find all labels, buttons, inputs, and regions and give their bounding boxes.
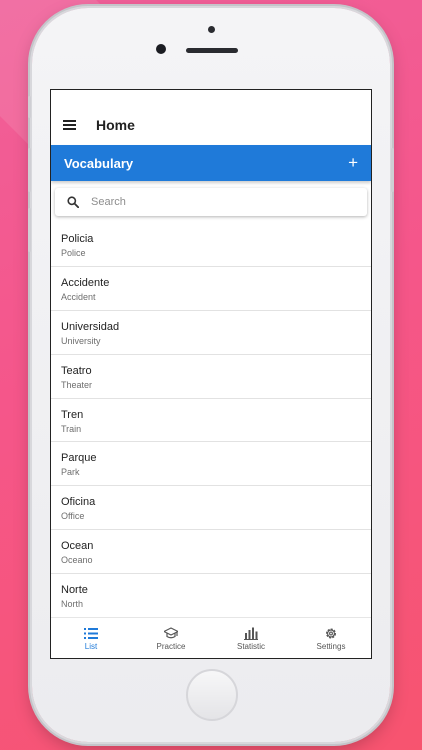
menu-icon[interactable] xyxy=(63,120,76,130)
list-item[interactable]: Norte North xyxy=(51,574,371,619)
nav-tab-settings[interactable]: Settings xyxy=(291,618,371,658)
mute-switch xyxy=(28,96,31,118)
nav-label: Settings xyxy=(316,642,346,651)
volume-down-button xyxy=(28,208,31,252)
word-text: Universidad xyxy=(61,320,120,333)
word-text: Accidente xyxy=(61,276,110,289)
nav-tab-statistic[interactable]: Statistic xyxy=(211,618,291,658)
list-item[interactable]: Policia Police xyxy=(51,223,371,267)
word-text: Policia xyxy=(61,233,94,245)
bottom-navigation: List Practice Statistic Settings xyxy=(51,617,371,658)
home-button[interactable] xyxy=(186,669,238,721)
vocabulary-list: Policia Police Accidente Accident Univer… xyxy=(51,223,371,619)
page-title: Home xyxy=(96,117,135,133)
bar-chart-icon xyxy=(244,627,258,640)
nav-label: Statistic xyxy=(236,642,265,651)
list-item[interactable]: Ocean Oceano xyxy=(51,530,371,575)
translation-text: Theater xyxy=(61,379,93,390)
power-button xyxy=(391,148,394,192)
app-screen: Home Vocabulary + Policia Police Acciden… xyxy=(50,89,372,659)
search-icon xyxy=(67,196,79,208)
nav-label: List xyxy=(84,642,98,651)
list-item[interactable]: Accidente Accident xyxy=(51,267,371,311)
translation-text: North xyxy=(61,599,84,610)
list-icon xyxy=(84,628,98,639)
list-item[interactable]: Teatro Theater xyxy=(51,355,371,399)
list-item[interactable]: Parque Park xyxy=(51,442,371,487)
word-text: Tren xyxy=(61,408,84,421)
vocabulary-header: Vocabulary + xyxy=(51,145,371,181)
volume-up-button xyxy=(28,148,31,192)
translation-text: Oceano xyxy=(61,555,93,566)
word-text: Teatro xyxy=(61,364,92,377)
list-item[interactable]: Tren Train xyxy=(51,399,371,443)
nav-tab-practice[interactable]: Practice xyxy=(131,618,211,658)
vocabulary-title: Vocabulary xyxy=(64,156,134,171)
list-item[interactable]: Universidad University xyxy=(51,311,371,355)
translation-text: Park xyxy=(61,467,80,478)
translation-text: University xyxy=(61,335,101,346)
gear-icon xyxy=(325,628,337,639)
translation-text: Accident xyxy=(61,291,96,302)
translation-text: Train xyxy=(61,423,82,434)
front-camera xyxy=(156,44,166,54)
search-input[interactable] xyxy=(91,192,331,212)
word-text: Oficina xyxy=(61,496,96,509)
translation-text: Office xyxy=(61,511,85,522)
word-text: Parque xyxy=(61,452,97,465)
graduation-cap-icon xyxy=(164,627,178,639)
translation-text: Police xyxy=(61,248,86,258)
word-text: Norte xyxy=(61,584,88,597)
proximity-sensor xyxy=(208,26,215,33)
earpiece-speaker xyxy=(186,48,238,53)
list-item[interactable]: Oficina Office xyxy=(51,486,371,531)
word-text: Ocean xyxy=(61,540,94,553)
plus-icon[interactable]: + xyxy=(348,154,358,171)
app-top-bar: Home xyxy=(51,90,371,145)
nav-tab-list[interactable]: List xyxy=(51,618,131,658)
search-bar xyxy=(55,188,367,216)
nav-label: Practice xyxy=(156,642,186,651)
